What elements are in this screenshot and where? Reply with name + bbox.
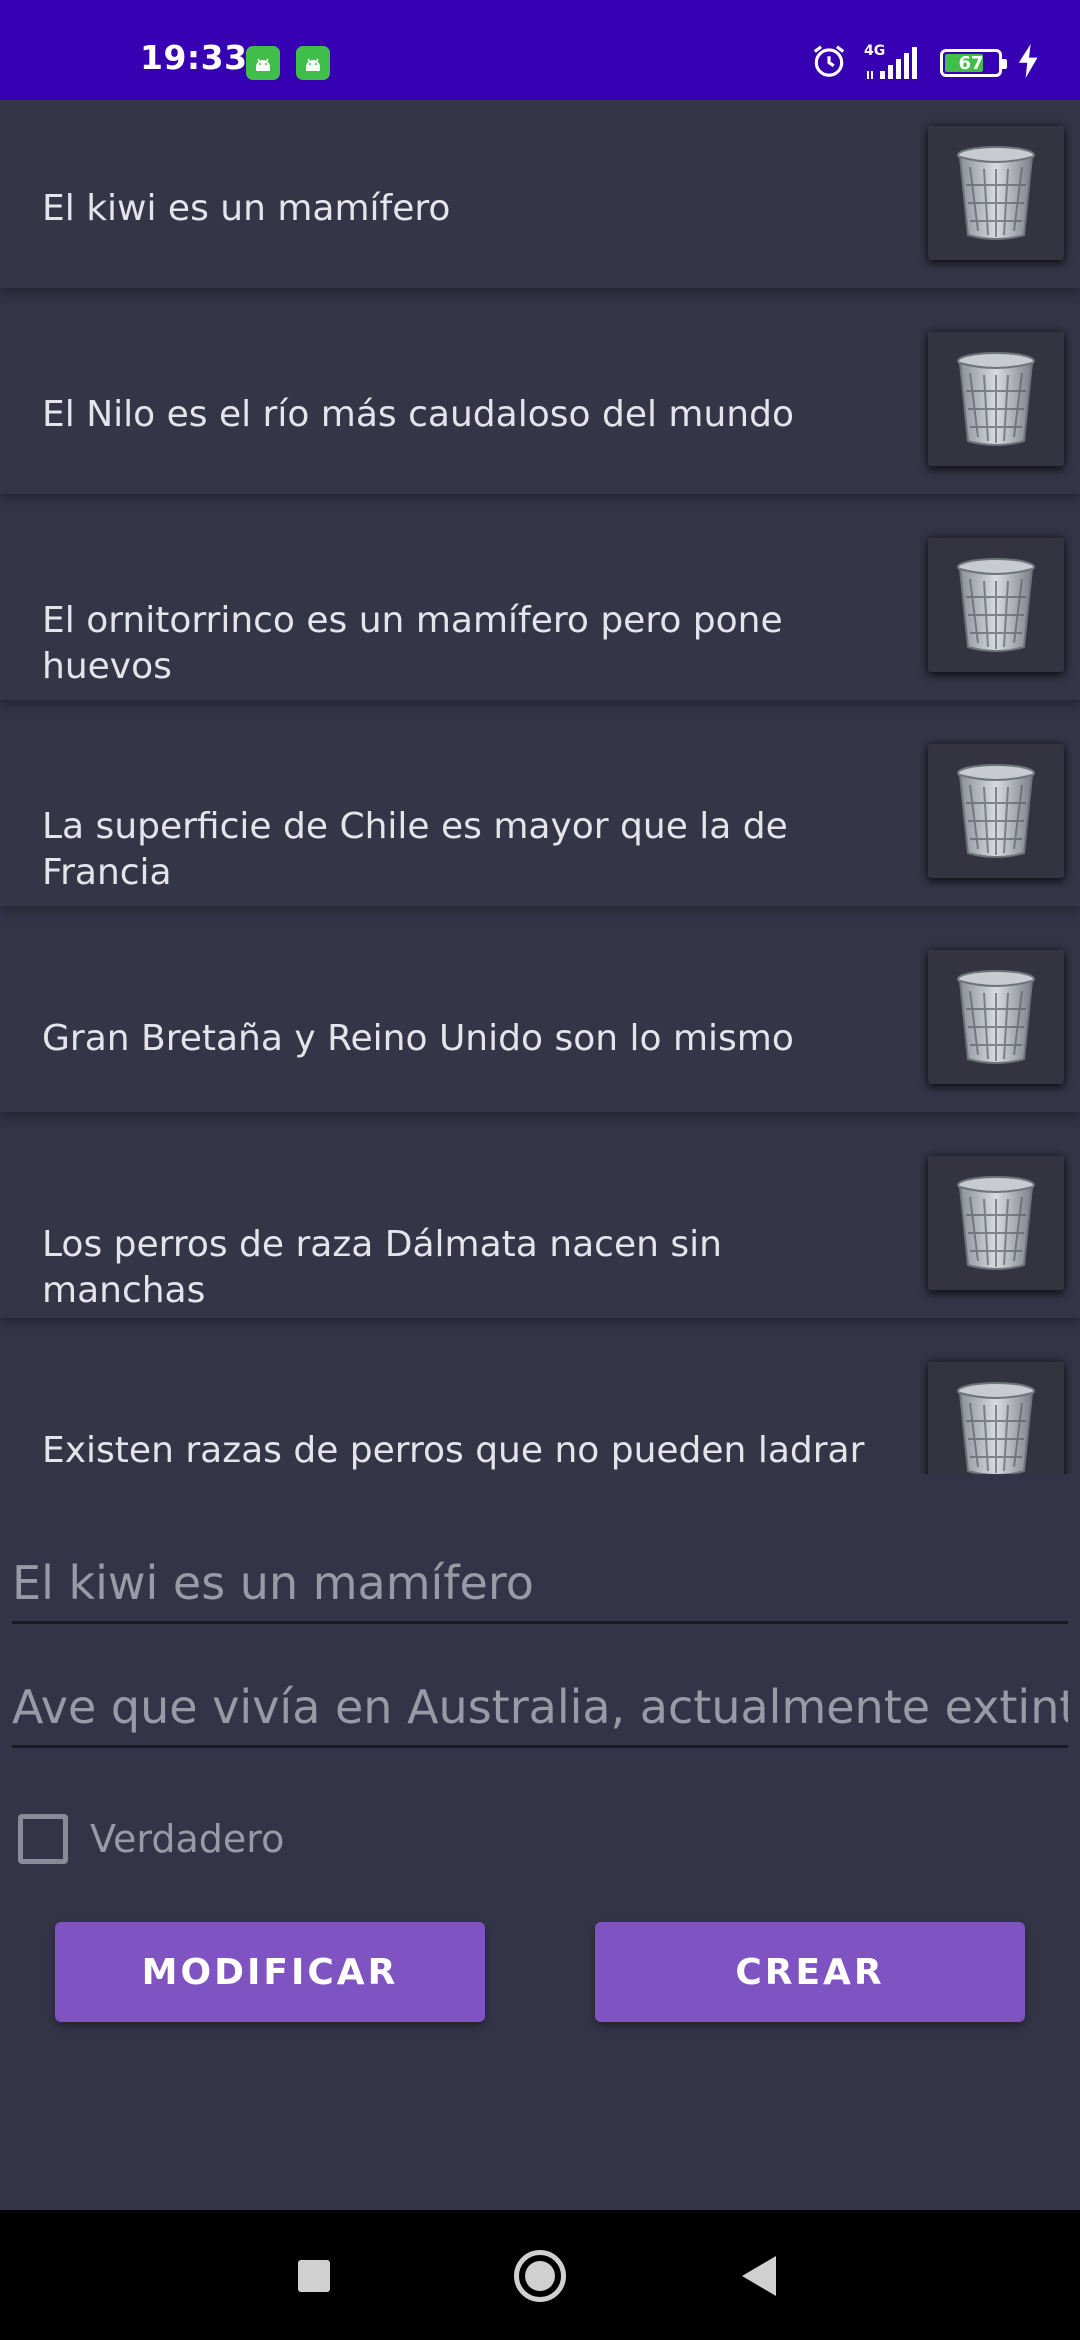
explanation-input[interactable]: Ave que vivía en Australia, actualmente … [12, 1680, 1068, 1748]
list-item[interactable]: El kiwi es un mamífero [0, 100, 1080, 288]
status-time: 19:33 [140, 38, 248, 77]
list-item[interactable]: Los perros de raza Dálmata nacen sin man… [0, 1130, 1080, 1318]
home-button[interactable] [514, 2250, 566, 2302]
question-text: Gran Bretaña y Reino Unido son lo mismo [42, 1018, 794, 1059]
navigation-bar [0, 2210, 1080, 2340]
back-button[interactable] [742, 2256, 776, 2296]
trash-icon [957, 764, 1035, 858]
list-item[interactable]: El Nilo es el río más caudaloso del mund… [0, 306, 1080, 494]
question-text: El kiwi es un mamífero [42, 188, 451, 229]
list-item[interactable]: Gran Bretaña y Reino Unido son lo mismo [0, 924, 1080, 1112]
trash-icon [957, 352, 1035, 446]
recents-button[interactable] [298, 2260, 330, 2292]
true-checkbox[interactable] [18, 1814, 68, 1864]
charging-icon [1018, 44, 1040, 82]
delete-button[interactable] [928, 1156, 1064, 1290]
android-icon [296, 46, 330, 80]
list-item[interactable]: Existen razas de perros que no pueden la… [0, 1336, 1080, 1474]
battery-level: 67 [958, 52, 984, 74]
delete-button[interactable] [928, 950, 1064, 1084]
delete-button[interactable] [928, 126, 1064, 260]
modify-button[interactable]: MODIFICAR [55, 1922, 485, 2022]
status-bar: 19:33 4G 67 [0, 0, 1080, 100]
delete-button[interactable] [928, 744, 1064, 878]
question-text: El Nilo es el río más caudaloso del mund… [42, 394, 794, 435]
question-text: La superficie de Chile es mayor que la d… [42, 806, 788, 893]
question-list[interactable]: El kiwi es un mamífero El Nilo es el río… [0, 100, 1080, 1474]
true-checkbox-row[interactable]: Verdadero [18, 1814, 284, 1864]
list-item[interactable]: La superficie de Chile es mayor que la d… [0, 718, 1080, 906]
android-icon [246, 46, 280, 80]
checkbox-label: Verdadero [90, 1817, 285, 1861]
trash-icon [957, 146, 1035, 240]
signal-icon: 4G [864, 43, 924, 83]
list-item[interactable]: El ornitorrinco es un mamífero pero pone… [0, 512, 1080, 700]
delete-button[interactable] [928, 538, 1064, 672]
battery-icon: 67 [940, 49, 1007, 77]
trash-icon [957, 970, 1035, 1064]
delete-button[interactable] [928, 1362, 1064, 1474]
trash-icon [957, 1176, 1035, 1270]
trash-icon [957, 558, 1035, 652]
create-button[interactable]: CREAR [595, 1922, 1025, 2022]
question-text: Los perros de raza Dálmata nacen sin man… [42, 1224, 722, 1311]
alarm-icon [810, 42, 848, 84]
question-input[interactable]: El kiwi es un mamífero [12, 1556, 1068, 1624]
question-text: Existen razas de perros que no pueden la… [42, 1430, 865, 1471]
question-text: El ornitorrinco es un mamífero pero pone… [42, 600, 783, 687]
delete-button[interactable] [928, 332, 1064, 466]
trash-icon [957, 1382, 1035, 1474]
